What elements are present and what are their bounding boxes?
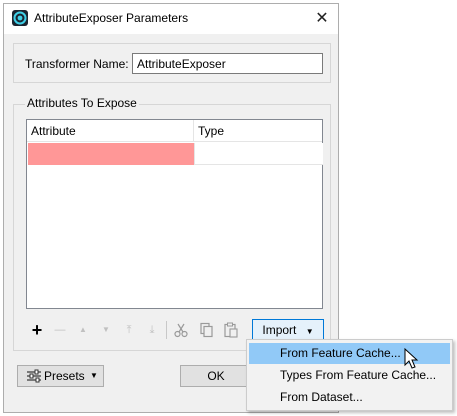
mouse-cursor-icon (404, 347, 420, 373)
title-bar[interactable]: AttributeExposer Parameters ✕ (4, 4, 338, 34)
column-header-type[interactable]: Type (194, 120, 322, 142)
remove-row-button[interactable]: — (50, 320, 70, 340)
import-button[interactable]: Import ▼ (252, 319, 324, 341)
menu-item-from-dataset[interactable]: From Dataset... (249, 387, 450, 408)
ok-button[interactable]: OK (180, 365, 252, 387)
column-header-attribute[interactable]: Attribute (27, 120, 194, 142)
import-menu: From Feature Cache... Types From Feature… (246, 339, 453, 411)
sliders-icon (26, 369, 42, 389)
add-row-button[interactable]: + (27, 320, 47, 340)
attributes-group-title: Attributes To Expose (25, 96, 139, 110)
import-button-label: Import (262, 323, 297, 337)
presets-label: Presets (44, 369, 85, 383)
attributes-table[interactable]: Attribute Type (26, 119, 323, 309)
close-icon[interactable]: ✕ (312, 9, 332, 29)
move-up-button[interactable]: ▲ (73, 320, 93, 340)
transformer-name-input[interactable] (132, 53, 323, 74)
attribute-cell[interactable] (28, 143, 194, 165)
move-to-top-button[interactable]: ⤒ (119, 320, 139, 340)
type-cell[interactable] (194, 143, 323, 165)
paste-icon[interactable] (221, 320, 241, 340)
move-to-bottom-button[interactable]: ⤓ (142, 320, 162, 340)
chevron-down-icon: ▼ (90, 371, 98, 380)
chevron-down-icon: ▼ (305, 327, 314, 336)
scissors-icon[interactable] (171, 320, 191, 340)
toolbar-separator (166, 321, 167, 339)
fme-app-icon (12, 10, 28, 26)
copy-icon[interactable] (196, 320, 216, 340)
move-down-button[interactable]: ▼ (96, 320, 116, 340)
presets-button[interactable]: Presets ▼ (17, 365, 104, 387)
window-title: AttributeExposer Parameters (34, 11, 189, 25)
transformer-name-label: Transformer Name: (25, 57, 129, 71)
